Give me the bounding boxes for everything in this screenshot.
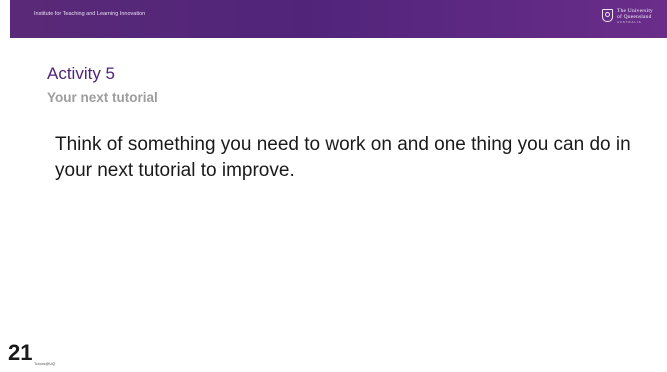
slide: Institute for Teaching and Learning Inno… [0,0,667,372]
footer-brand: Tutors@UQ [34,361,56,366]
university-logo: The University of Queensland AUSTRALIA [602,8,653,24]
university-logo-text: The University of Queensland AUSTRALIA [617,8,653,24]
slide-title: Activity 5 [47,64,116,83]
header-bar: Institute for Teaching and Learning Inno… [10,0,667,38]
institute-name: Institute for Teaching and Learning Inno… [34,11,146,17]
slide-number: 21 [8,340,33,365]
slide-subtitle: Your next tutorial [47,90,158,105]
slide-body-text: Think of something you need to work on a… [55,134,631,181]
uq-crest-icon [602,9,614,22]
logo-country: AUSTRALIA [617,20,642,24]
